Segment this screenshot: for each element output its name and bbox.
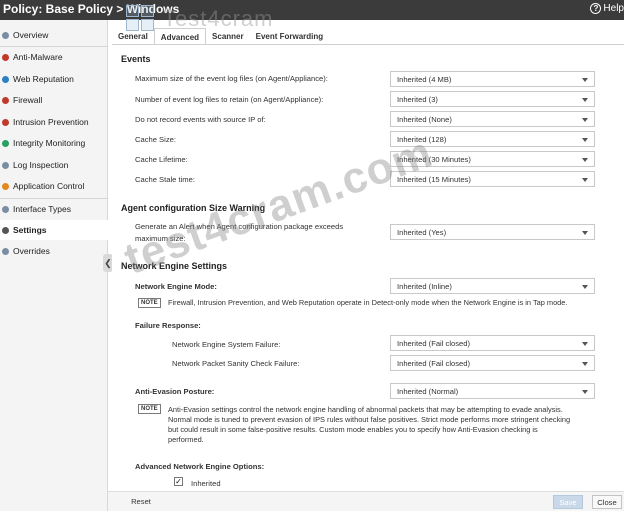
anti-evasion-note-line4: performed. (168, 435, 204, 444)
event-log-count-label: Number of event log files to retain (on … (135, 95, 324, 104)
chevron-down-icon (582, 118, 588, 122)
overview-icon (2, 31, 9, 39)
settings-icon (2, 226, 9, 234)
network-engine-mode-label: Network Engine Mode: (135, 282, 217, 291)
tab-bar: General Advanced Scanner Event Forwardin… (112, 28, 329, 45)
source-ip-select[interactable]: Inherited (None) (390, 111, 595, 127)
chevron-down-icon (582, 178, 588, 182)
reset-button[interactable]: Reset (122, 495, 160, 509)
intrusion-prevention-icon (2, 118, 9, 126)
chevron-down-icon (582, 285, 588, 289)
overrides-icon (2, 247, 9, 255)
globe-icon (2, 75, 9, 83)
chevron-down-icon (582, 231, 588, 235)
failure-response-label: Failure Response: (135, 321, 201, 330)
sidebar-item-intrusion-prevention[interactable]: Intrusion Prevention (0, 112, 108, 132)
log-inspection-icon (2, 161, 9, 169)
chevron-down-icon (582, 342, 588, 346)
sidebar-item-web-reputation[interactable]: Web Reputation (0, 69, 108, 89)
checkmark-icon: ✓ (175, 477, 182, 486)
help-link[interactable]: ? Help (590, 3, 624, 14)
sidebar-item-firewall[interactable]: Firewall (0, 90, 108, 110)
application-control-icon (2, 182, 9, 190)
save-button[interactable]: Save (553, 495, 583, 509)
event-log-count-select[interactable]: Inherited (3) (390, 91, 595, 107)
title-bar: Policy: Base Policy > Windows ? Help (0, 0, 624, 20)
sanity-check-select[interactable]: Inherited (Fail closed) (390, 355, 595, 371)
chevron-down-icon (582, 98, 588, 102)
close-button[interactable]: Close (592, 495, 622, 509)
tab-general[interactable]: General (112, 28, 154, 45)
network-engine-mode-select[interactable]: Inherited (Inline) (390, 278, 595, 294)
chevron-down-icon (582, 78, 588, 82)
anti-malware-icon (2, 53, 9, 61)
anti-evasion-note-line1: Anti-Evasion settings control the networ… (168, 405, 563, 414)
sanity-check-label: Network Packet Sanity Check Failure: (172, 359, 300, 368)
note-badge: NOTE (138, 298, 161, 308)
help-icon: ? (590, 3, 602, 14)
sidebar-item-overrides[interactable]: Overrides (0, 241, 108, 261)
chevron-down-icon (582, 362, 588, 366)
events-heading: Events (121, 54, 151, 64)
cache-stale-label: Cache Stale time: (135, 175, 195, 184)
anti-evasion-label: Anti-Evasion Posture: (135, 387, 215, 396)
sidebar: Overview Anti-Malware Web Reputation Fir… (0, 20, 108, 511)
interface-types-icon (2, 205, 9, 213)
event-log-size-select[interactable]: Inherited (4 MB) (390, 71, 595, 87)
system-failure-label: Network Engine System Failure: (172, 340, 281, 349)
anti-evasion-note-line2: Normal mode is tuned to prevent evasion … (168, 415, 571, 424)
chevron-down-icon (582, 138, 588, 142)
inherited-label: Inherited (191, 479, 221, 488)
footer-bar: Reset Save Close (108, 491, 624, 511)
chevron-left-icon: ❮ (104, 258, 112, 268)
cache-lifetime-label: Cache Lifetime: (135, 155, 188, 164)
event-log-size-label: Maximum size of the event log files (on … (135, 74, 328, 83)
help-label: Help (603, 3, 624, 14)
settings-panel: Events Maximum size of the event log fil… (112, 45, 624, 491)
agent-config-select[interactable]: Inherited (Yes) (390, 224, 595, 240)
sidebar-item-integrity-monitoring[interactable]: Integrity Monitoring (0, 133, 108, 153)
note-badge: NOTE (138, 404, 161, 414)
sidebar-item-settings[interactable]: Settings (0, 220, 108, 240)
integrity-monitoring-icon (2, 139, 9, 147)
chevron-down-icon (582, 390, 588, 394)
sidebar-item-application-control[interactable]: Application Control (0, 176, 108, 196)
sidebar-item-anti-malware[interactable]: Anti-Malware (0, 47, 108, 67)
chevron-down-icon (582, 158, 588, 162)
source-ip-label: Do not record events with source IP of: (135, 115, 266, 124)
tab-event-forwarding[interactable]: Event Forwarding (250, 28, 330, 45)
sidebar-item-log-inspection[interactable]: Log Inspection (0, 155, 108, 175)
system-failure-select[interactable]: Inherited (Fail closed) (390, 335, 595, 351)
advanced-options-label: Advanced Network Engine Options: (135, 462, 265, 471)
cache-size-label: Cache Size: (135, 135, 176, 144)
firewall-icon (2, 96, 9, 104)
tab-advanced[interactable]: Advanced (153, 28, 207, 45)
tab-scanner[interactable]: Scanner (206, 28, 250, 45)
inherited-checkbox[interactable]: ✓ (174, 477, 183, 486)
sidebar-item-interface-types[interactable]: Interface Types (0, 199, 108, 219)
anti-evasion-select[interactable]: Inherited (Normal) (390, 383, 595, 399)
anti-evasion-note-line3: but could result in some false-positive … (168, 425, 538, 434)
sidebar-item-overview[interactable]: Overview (0, 25, 108, 45)
mode-note-text: Firewall, Intrusion Prevention, and Web … (168, 298, 568, 307)
